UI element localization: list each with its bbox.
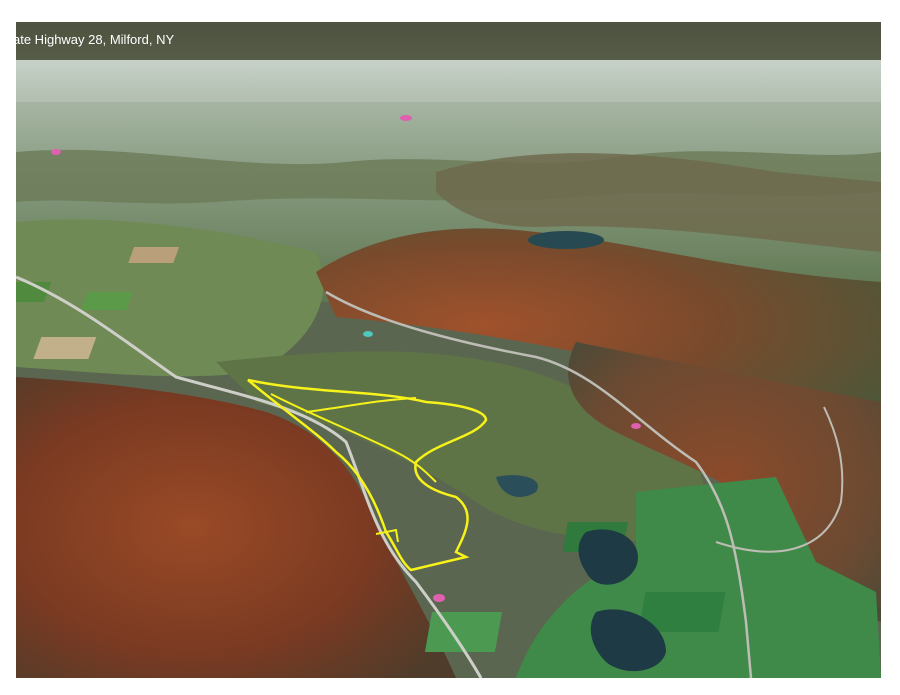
terrain-view[interactable]: [16, 22, 881, 678]
field-patch: [424, 612, 502, 652]
field-patch: [81, 292, 133, 310]
field-patch: [33, 337, 97, 359]
map-viewer[interactable]: ate Highway 28, Milford, NY: [16, 22, 881, 678]
place-marker-icon[interactable]: [363, 331, 373, 337]
location-title-bar: ate Highway 28, Milford, NY: [16, 22, 881, 60]
place-marker-icon[interactable]: [51, 149, 61, 155]
field-patch: [128, 247, 180, 263]
place-marker-icon[interactable]: [631, 423, 641, 429]
place-marker-icon[interactable]: [400, 115, 412, 121]
place-marker-icon[interactable]: [433, 594, 445, 602]
location-title: ate Highway 28, Milford, NY: [16, 32, 175, 47]
pond: [528, 231, 604, 249]
